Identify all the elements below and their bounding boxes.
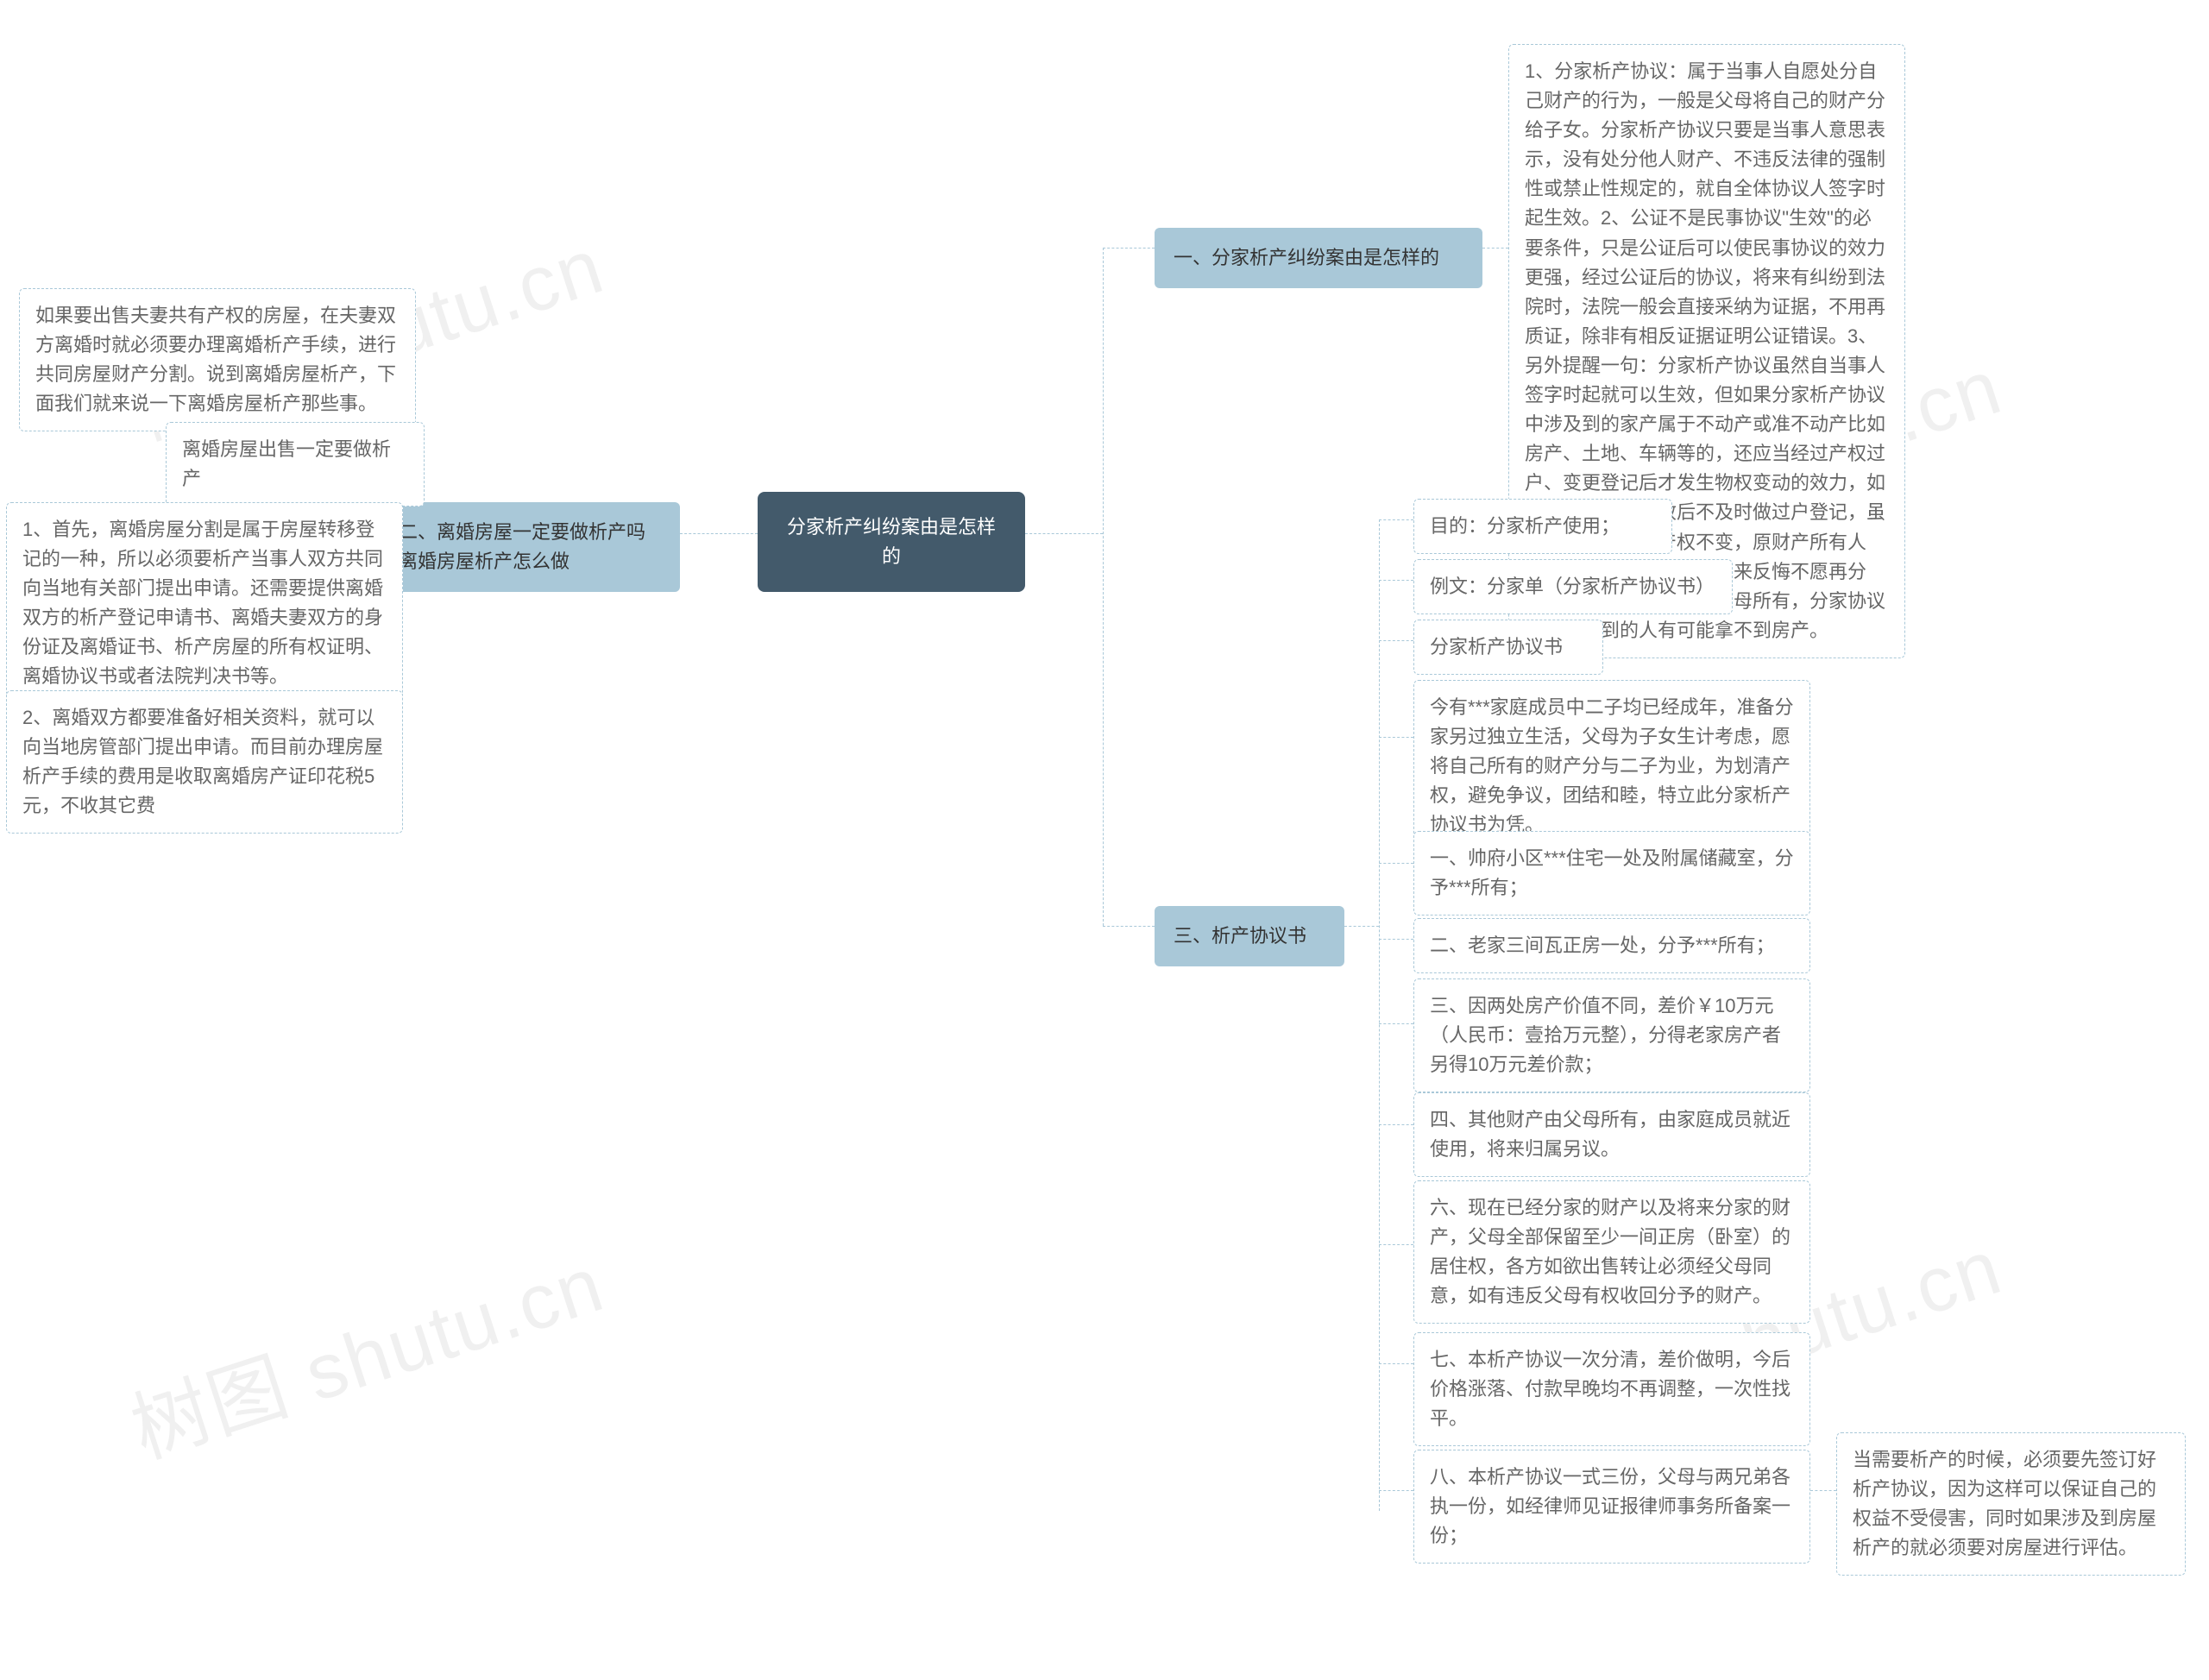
- connector: [1379, 1023, 1413, 1024]
- branch-3-item-4: 一、帅府小区***住宅一处及附属储藏室，分予***所有；: [1413, 831, 1810, 916]
- connector: [1379, 939, 1413, 940]
- watermark: 树图 shutu.cn: [116, 1222, 616, 1480]
- connector: [1810, 1490, 1836, 1491]
- connector: [1379, 519, 1380, 1511]
- connector: [1344, 926, 1379, 927]
- branch-3-item-5: 二、老家三间瓦正房一处，分予***所有；: [1413, 918, 1810, 973]
- connector: [1103, 248, 1104, 926]
- branch-3[interactable]: 三、析产协议书: [1155, 906, 1344, 966]
- branch-3-note: 当需要析产的时候，必须要先签订好析产协议，因为这样可以保证自己的权益不受侵害，同…: [1836, 1432, 2186, 1576]
- connector: [1482, 248, 1508, 249]
- connector: [1379, 640, 1413, 641]
- connector: [1379, 1363, 1413, 1364]
- branch-2-intro: 如果要出售夫妻共有产权的房屋，在夫妻双方离婚时就必须要办理离婚析产手续，进行共同…: [19, 288, 416, 431]
- connector: [1379, 580, 1413, 581]
- connector: [1379, 1244, 1413, 1245]
- connector: [1379, 519, 1413, 520]
- branch-1[interactable]: 一、分家析产纠纷案由是怎样的: [1155, 228, 1482, 288]
- mindmap-canvas: 树图 shutu.cn 树图 shutu.cn 树图 shutu.cn 树图 s…: [0, 0, 2209, 1680]
- connector: [1103, 926, 1155, 927]
- connector: [1103, 248, 1155, 249]
- connector: [1025, 533, 1103, 534]
- connector: [680, 533, 758, 534]
- center-node[interactable]: 分家析产纠纷案由是怎样的: [758, 492, 1025, 592]
- branch-2-item-1: 2、离婚双方都要准备好相关资料，就可以向当地房管部门提出申请。而目前办理房屋析产…: [6, 690, 403, 834]
- branch-2-item-0: 1、首先，离婚房屋分割是属于房屋转移登记的一种，所以必须要析产当事人双方共同向当…: [6, 502, 403, 705]
- branch-3-item-6: 三、因两处房产价值不同，差价￥10万元（人民币：壹拾万元整），分得老家房产者另得…: [1413, 978, 1810, 1092]
- connector: [1379, 737, 1413, 738]
- branch-2[interactable]: 二、离婚房屋一定要做析产吗离婚房屋析产怎么做: [380, 502, 680, 592]
- branch-3-item-0: 目的：分家析产使用；: [1413, 499, 1672, 554]
- connector: [1379, 863, 1413, 864]
- connector: [1379, 1124, 1413, 1125]
- branch-3-item-2: 分家析产协议书: [1413, 620, 1603, 675]
- branch-2-sub: 离婚房屋出售一定要做析产: [166, 422, 425, 507]
- branch-3-item-8: 六、现在已经分家的财产以及将来分家的财产，父母全部保留至少一间正房（卧室）的居住…: [1413, 1180, 1810, 1324]
- branch-3-item-10: 八、本析产协议一式三份，父母与两兄弟各执一份，如经律师见证报律师事务所备案一份；: [1413, 1450, 1810, 1564]
- branch-3-item-9: 七、本析产协议一次分清，差价做明，今后价格涨落、付款早晚均不再调整，一次性找平。: [1413, 1332, 1810, 1446]
- connector: [1379, 1490, 1413, 1491]
- branch-3-item-7: 四、其他财产由父母所有，由家庭成员就近使用，将来归属另议。: [1413, 1092, 1810, 1177]
- branch-3-item-3: 今有***家庭成员中二子均已经成年，准备分家另过独立生活，父母为子女生计考虑，愿…: [1413, 680, 1810, 853]
- branch-3-item-1: 例文：分家单（分家析产协议书）: [1413, 559, 1733, 614]
